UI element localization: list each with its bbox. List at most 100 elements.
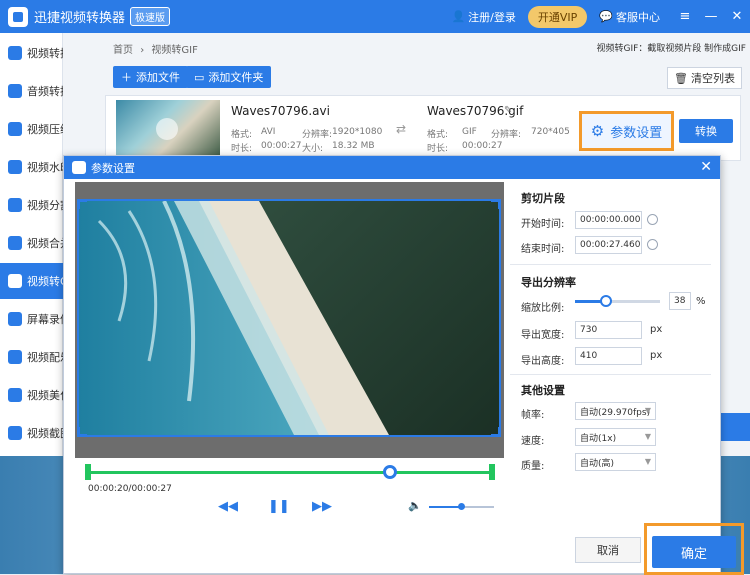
output-format: GIF [462,127,477,137]
sidebar-item-label: 视频压缩 [27,123,63,136]
menu-icon[interactable]: ≡ [672,9,698,24]
quality-label: 质量: [521,461,545,472]
watermark-icon [8,160,22,174]
timeline-start-handle[interactable] [85,464,91,480]
add-folder-label: 添加文件夹 [208,71,264,84]
source-resolution: 1920*1080 [332,127,383,137]
quality-select[interactable]: 自动(高) ▼ [575,453,656,471]
sidebar-item-screen-record[interactable]: 屏幕录像 [0,301,63,337]
minimize-icon[interactable]: — [698,9,724,24]
parameter-settings-button[interactable]: ⚙ 参数设置 [579,111,674,151]
chat-icon: 💬 [599,10,613,23]
add-file-button[interactable]: ＋ 添加文件 [113,66,188,88]
end-time-input[interactable]: 00:00:27.460 [575,236,642,254]
sidebar-item-video-to-gif[interactable]: 视频转GIF [0,263,63,299]
support-link[interactable]: 💬 客服中心 [599,9,660,25]
sidebar-item-video-split[interactable]: 视频分割 [0,187,63,223]
sidebar-item-video-convert[interactable]: 视频转换 [0,35,63,71]
close-icon[interactable]: ✕ [724,9,750,24]
timeline-playhead[interactable] [383,465,397,479]
vip-button[interactable]: 开通VIP [527,5,588,28]
pause-icon[interactable]: ❚❚ [268,499,290,514]
sidebar-item-video-screenshot[interactable]: 视频截图 [0,415,63,451]
dialog-close-icon[interactable]: ✕ [700,159,712,175]
dialog-title: 参数设置 [91,161,135,175]
sidebar-item-video-compress[interactable]: 视频压缩 [0,111,63,147]
width-input[interactable]: 730 [575,321,642,339]
trash-icon: 🗑 [674,71,688,85]
cancel-button[interactable]: 取消 [575,537,641,563]
split-icon [8,198,22,212]
screenshot-icon [8,426,22,440]
source-file-name: Waves70796.avi [231,104,330,118]
clear-list-button[interactable]: 🗑 清空列表 [667,67,742,89]
video-thumbnail[interactable] [116,100,220,158]
output-duration: 00:00:27 [462,141,503,151]
reset-end-icon[interactable] [647,239,658,250]
meta-label: 分辨率: [491,130,522,140]
dialog-logo-icon [72,161,86,174]
sidebar-item-audio-convert[interactable]: 音频转换 [0,73,63,109]
play-icon[interactable] [156,118,178,140]
fast-forward-icon[interactable]: ▶▶ [312,499,332,514]
fps-value: 自动(29.970fps) [580,407,651,418]
timeline-track[interactable] [88,471,492,474]
scale-input[interactable]: 38 [669,292,691,310]
rewind-icon[interactable]: ◀◀ [218,499,238,514]
chevron-down-icon: ▼ [644,457,651,466]
app-title: 迅捷视频转换器 [34,11,126,26]
sidebar-item-video-watermark[interactable]: 视频水印 [0,149,63,185]
add-file-label: 添加文件 [136,71,180,84]
batch-button-sliver [721,413,750,441]
crop-handle-top-left[interactable] [79,201,87,209]
speed-label: 速度: [521,436,545,447]
sidebar-item-video-music[interactable]: 视频配乐 [0,339,63,375]
reset-start-icon[interactable] [647,214,658,225]
sidebar-item-label: 视频合并 [27,237,63,250]
clear-list-label: 清空列表 [691,72,735,85]
sidebar-item-video-merge[interactable]: 视频合并 [0,225,63,261]
speed-select[interactable]: 自动(1x) ▼ [575,428,656,446]
folder-icon: ▭ [194,70,205,84]
timeline-end-handle[interactable] [489,464,495,480]
crop-handle-top-right[interactable] [491,201,499,209]
speed-value: 自动(1x) [580,433,617,444]
chevron-down-icon: ▼ [644,406,651,415]
edition-badge: 极速版 [130,7,171,26]
sidebar-item-video-beautify[interactable]: 视频美化 [0,377,63,413]
scale-label: 缩放比例: [521,303,565,314]
sidebar-item-label: 视频转换 [27,47,63,60]
login-link[interactable]: 👤 注册/登录 [451,9,515,25]
convert-button[interactable]: 转换 [679,119,733,143]
crop-handle-bottom-right[interactable] [491,427,499,435]
chevron-down-icon: ▼ [644,432,651,441]
breadcrumb: 首页 › 视频转GIF [113,41,202,56]
meta-label: 时长: [427,144,449,154]
sidebar-item-label: 屏幕录像 [27,313,63,326]
crop-handle-bottom-left[interactable] [79,427,87,435]
gear-icon: ⚙ [590,122,605,140]
user-icon: 👤 [451,10,466,23]
title-bar: 迅捷视频转换器 极速版 👤 注册/登录 开通VIP 💬 客服中心 ≡ — ✕ [0,0,750,33]
video-convert-icon [8,46,22,60]
edit-pencil-icon[interactable]: ✎ [504,105,512,116]
settings-panel: 剪切片段 开始时间: 00:00:00.000 结束时间: 00:00:27.4… [510,182,711,527]
video-preview[interactable] [77,199,501,437]
source-duration: 00:00:27 [261,141,302,151]
meta-label: 分辨率: [302,130,333,140]
support-label: 客服中心 [616,10,660,24]
height-input[interactable]: 410 [575,347,642,365]
confirm-highlight: 确定 [644,523,744,575]
confirm-button[interactable]: 确定 [652,536,736,568]
volume-fill [429,506,461,508]
volume-knob[interactable] [458,503,465,510]
start-time-input[interactable]: 00:00:00.000 [575,211,642,229]
sidebar-item-label: 视频截图 [27,427,63,440]
volume-icon[interactable]: 🔈 [408,499,422,512]
fps-select[interactable]: 自动(29.970fps) ▼ [575,402,656,420]
meta-label: 格式: [427,130,449,140]
breadcrumb-home[interactable]: 首页 [113,45,133,56]
add-folder-button[interactable]: ▭ 添加文件夹 [186,66,272,88]
scale-knob[interactable] [600,295,612,307]
sidebar-item-label: 视频分割 [27,199,63,212]
